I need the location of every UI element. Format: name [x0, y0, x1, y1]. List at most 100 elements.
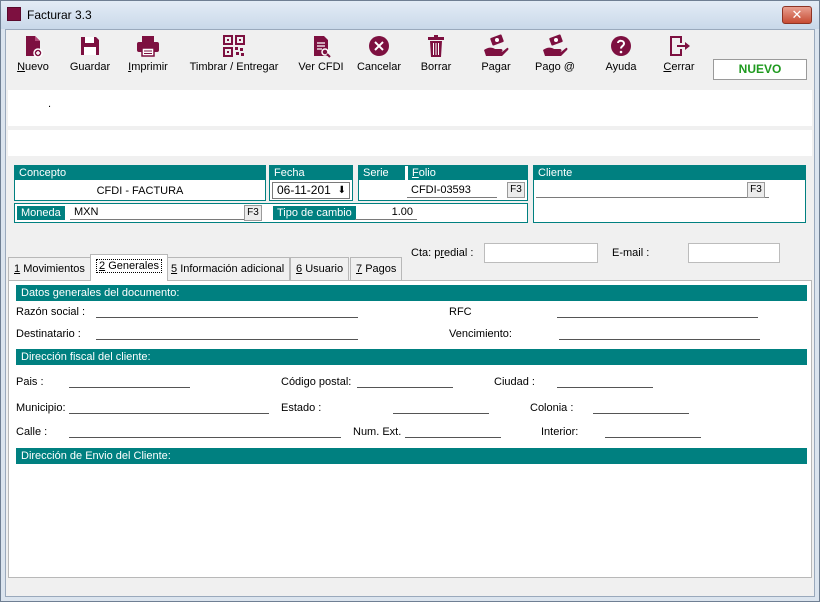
timbrar-entregar-button[interactable]: Timbrar / Entregar [186, 34, 282, 78]
email-input[interactable] [688, 243, 780, 263]
trash-icon [428, 35, 444, 57]
pagar-button[interactable]: Pagar [474, 34, 518, 78]
interior-label: Interior: [541, 426, 579, 438]
moneda-panel: Moneda MXN F3 Tipo de cambio 1.00 [14, 203, 528, 223]
view-document-icon [314, 36, 331, 58]
tab-generales-num: 2 [99, 260, 106, 272]
destinatario-label: Destinatario : [16, 328, 81, 340]
tab-informacion-adicional[interactable]: 5 Información adicional [165, 257, 291, 280]
concepto-value: CFDI - FACTURA [96, 185, 184, 197]
folio-lookup-button[interactable]: F3 [507, 182, 525, 198]
cliente-panel: Cliente F3 [533, 165, 806, 223]
destinatario-field[interactable] [96, 339, 358, 340]
tab-pagos-num: 7 [356, 263, 363, 275]
pago-arroba-button[interactable]: Pago @ [532, 34, 578, 78]
vencimiento-label: Vencimiento: [449, 328, 512, 340]
codigo-postal-label: Código postal: [281, 376, 352, 388]
qr-code-icon [223, 35, 245, 57]
guardar-label: Guardar [69, 61, 111, 73]
info-text: . [48, 98, 52, 110]
section-datos-generales: Datos generales del documento: [16, 285, 807, 301]
moneda-field[interactable]: MXN [70, 206, 262, 220]
fecha-value: 06-11-201 [277, 183, 331, 197]
cta-predial-input[interactable] [484, 243, 598, 263]
folio-header: Folio [407, 166, 527, 180]
info-panel-bottom [8, 130, 812, 156]
folio-field[interactable]: CFDI-03593 [407, 183, 497, 198]
tab-usuario[interactable]: 6 Usuario [290, 257, 350, 280]
razon-social-field[interactable] [96, 317, 358, 318]
ciudad-field[interactable] [557, 387, 653, 388]
nuevo-label: Nuevo [17, 61, 49, 73]
tab-movimientos[interactable]: 1 Movimientos [8, 257, 91, 280]
ver-cfdi-label: Ver CFDI [298, 61, 344, 73]
tab-pagos[interactable]: 7 Pagos [350, 257, 403, 280]
colonia-field[interactable] [593, 413, 689, 414]
codigo-postal-field[interactable] [357, 387, 453, 388]
title-bar[interactable]: Facturar 3.3 ✕ [1, 1, 819, 29]
ayuda-label: Ayuda [605, 61, 637, 73]
razon-social-label: Razón social : [16, 306, 86, 318]
status-badge: NUEVO [713, 59, 807, 80]
borrar-button[interactable]: Borrar [415, 34, 457, 78]
epay-hand-icon [543, 34, 568, 56]
municipio-field[interactable] [69, 413, 269, 414]
estado-field[interactable] [393, 413, 489, 414]
cerrar-label: Cerrar [663, 61, 695, 73]
cliente-field[interactable] [536, 183, 769, 198]
pais-field[interactable] [69, 387, 190, 388]
client-area: Nuevo Guardar Imprimir Timbrar / Entrega… [5, 29, 815, 597]
moneda-label: Moneda [17, 206, 65, 220]
imprimir-button[interactable]: Imprimir [123, 34, 173, 78]
guardar-button[interactable]: Guardar [65, 34, 115, 78]
section-direccion-fiscal: Dirección fiscal del cliente: [16, 349, 807, 365]
tab-pagos-label: Pagos [365, 263, 397, 275]
cliente-header: Cliente [534, 166, 805, 180]
tab-informacion-label: Información adicional [180, 263, 285, 275]
fecha-picker[interactable]: 06-11-201 ⬇ [272, 182, 350, 199]
arrow-down-icon: ⬇ [337, 185, 346, 196]
help-circle-icon [611, 36, 631, 56]
num-ext-field[interactable] [405, 437, 501, 438]
printer-icon [137, 36, 159, 57]
imprimir-label: Imprimir [128, 61, 168, 73]
cerrar-button[interactable]: Cerrar [658, 34, 700, 78]
estado-label: Estado : [281, 402, 322, 414]
colonia-label: Colonia : [530, 402, 574, 414]
interior-field[interactable] [605, 437, 701, 438]
serie-header: Serie [359, 166, 405, 180]
fecha-panel: Fecha 06-11-201 ⬇ [269, 165, 353, 201]
pais-label: Pais : [16, 376, 44, 388]
tab-informacion-num: 5 [171, 263, 178, 275]
num-ext-label: Num. Ext. [353, 426, 402, 438]
new-document-icon [26, 36, 43, 58]
rfc-field[interactable] [557, 317, 758, 318]
nuevo-button[interactable]: Nuevo [12, 34, 54, 78]
calle-label: Calle : [16, 426, 48, 438]
vencimiento-field[interactable] [559, 339, 760, 340]
ciudad-label: Ciudad : [494, 376, 535, 388]
close-window-button[interactable]: ✕ [782, 6, 812, 24]
ayuda-button[interactable]: Ayuda [600, 34, 642, 78]
email-label: E-mail : [612, 247, 650, 259]
tab-usuario-num: 6 [296, 263, 303, 275]
fecha-header: Fecha [270, 166, 352, 180]
municipio-label: Municipio: [16, 402, 66, 414]
moneda-value: MXN [74, 206, 99, 218]
cliente-lookup-button[interactable]: F3 [747, 182, 765, 198]
tab-usuario-label: Usuario [305, 263, 344, 275]
app-window: Facturar 3.3 ✕ Nuevo Guardar Imprimir Ti… [0, 0, 820, 602]
cancel-circle-icon [369, 36, 389, 56]
section-direccion-envio: Dirección de Envio del Cliente: [16, 448, 807, 464]
generales-tab-panel: Datos generales del documento: Razón soc… [8, 280, 812, 578]
ver-cfdi-button[interactable]: Ver CFDI [296, 34, 346, 78]
cancelar-button[interactable]: Cancelar [354, 34, 404, 78]
tipo-cambio-label: Tipo de cambio [273, 206, 356, 220]
pay-hand-icon [484, 34, 509, 56]
concepto-header: Concepto [15, 166, 265, 180]
tipo-cambio-field[interactable]: 1.00 [355, 206, 417, 220]
tab-generales[interactable]: 2 Generales [90, 254, 168, 281]
concepto-panel: Concepto CFDI - FACTURA [14, 165, 266, 201]
calle-field[interactable] [69, 437, 341, 438]
moneda-lookup-button[interactable]: F3 [244, 205, 262, 221]
